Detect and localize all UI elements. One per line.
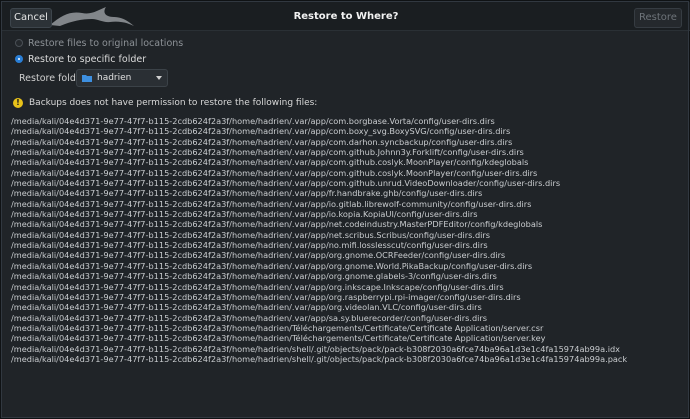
file-row: /media/kali/04e4d371-9e77-47f7-b115-2cdb… bbox=[11, 188, 483, 199]
file-row: /media/kali/04e4d371-9e77-47f7-b115-2cdb… bbox=[11, 219, 543, 230]
warning-icon: ! bbox=[13, 98, 23, 108]
folder-icon bbox=[82, 75, 92, 82]
file-row: /media/kali/04e4d371-9e77-47f7-b115-2cdb… bbox=[11, 322, 544, 333]
file-row: /media/kali/04e4d371-9e77-47f7-b115-2cdb… bbox=[11, 302, 482, 313]
file-row: /media/kali/04e4d371-9e77-47f7-b115-2cdb… bbox=[11, 281, 504, 292]
restore-dialog: Cancel Restore to Where? Restore Restore… bbox=[0, 0, 690, 419]
file-row: /media/kali/04e4d371-9e77-47f7-b115-2cdb… bbox=[11, 178, 561, 189]
file-row: /media/kali/04e4d371-9e77-47f7-b115-2cdb… bbox=[11, 116, 495, 126]
permission-warning: ! Backups does not have permission to re… bbox=[13, 98, 317, 108]
chevron-down-icon bbox=[156, 76, 162, 80]
file-row: /media/kali/04e4d371-9e77-47f7-b115-2cdb… bbox=[11, 312, 488, 323]
file-row: /media/kali/04e4d371-9e77-47f7-b115-2cdb… bbox=[11, 291, 521, 302]
radio-specific-label: Restore to specific folder bbox=[28, 53, 147, 65]
file-row: /media/kali/04e4d371-9e77-47f7-b115-2cdb… bbox=[11, 353, 628, 364]
restore-folder-select[interactable]: hadrien bbox=[76, 69, 168, 87]
file-row: /media/kali/04e4d371-9e77-47f7-b115-2cdb… bbox=[11, 136, 513, 147]
file-row: /media/kali/04e4d371-9e77-47f7-b115-2cdb… bbox=[11, 126, 511, 137]
file-row: /media/kali/04e4d371-9e77-47f7-b115-2cdb… bbox=[11, 240, 488, 251]
file-row: /media/kali/04e4d371-9e77-47f7-b115-2cdb… bbox=[11, 229, 491, 240]
kali-dragon-icon bbox=[50, 7, 134, 26]
file-row: /media/kali/04e4d371-9e77-47f7-b115-2cdb… bbox=[11, 167, 538, 178]
restore-button[interactable]: Restore bbox=[634, 8, 682, 28]
file-row: /media/kali/04e4d371-9e77-47f7-b115-2cdb… bbox=[11, 157, 529, 168]
file-row: /media/kali/04e4d371-9e77-47f7-b115-2cdb… bbox=[11, 147, 524, 158]
dialog-header: Cancel Restore to Where? Restore bbox=[2, 2, 690, 31]
file-row: /media/kali/04e4d371-9e77-47f7-b115-2cdb… bbox=[11, 333, 546, 344]
file-row: /media/kali/04e4d371-9e77-47f7-b115-2cdb… bbox=[11, 343, 621, 354]
file-row: /media/kali/04e4d371-9e77-47f7-b115-2cdb… bbox=[11, 250, 506, 261]
warning-text: Backups does not have permission to rest… bbox=[29, 98, 318, 108]
file-row: /media/kali/04e4d371-9e77-47f7-b115-2cdb… bbox=[11, 260, 533, 271]
radio-specific-folder[interactable]: Restore to specific folder bbox=[15, 52, 146, 66]
file-row: /media/kali/04e4d371-9e77-47f7-b115-2cdb… bbox=[11, 271, 497, 282]
radio-original-label: Restore files to original locations bbox=[28, 37, 184, 49]
unrestorable-file-list: /media/kali/04e4d371-9e77-47f7-b115-2cdb… bbox=[11, 116, 681, 364]
cancel-button[interactable]: Cancel bbox=[10, 8, 52, 28]
file-row: /media/kali/04e4d371-9e77-47f7-b115-2cdb… bbox=[11, 209, 478, 220]
file-row: /media/kali/04e4d371-9e77-47f7-b115-2cdb… bbox=[11, 198, 532, 209]
radio-specific-indicator[interactable] bbox=[15, 55, 23, 63]
radio-original-locations[interactable]: Restore files to original locations bbox=[15, 36, 183, 50]
radio-original-indicator[interactable] bbox=[15, 39, 23, 47]
restore-folder-value: hadrien bbox=[97, 73, 132, 83]
